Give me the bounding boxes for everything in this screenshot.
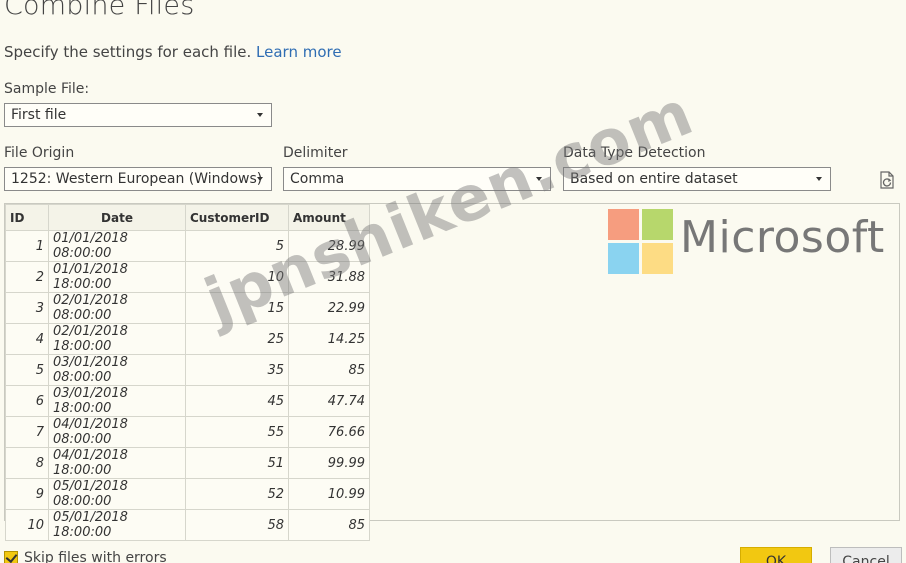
chevron-down-icon — [257, 113, 263, 117]
cell-date: 02/01/2018 18:00:00 — [48, 323, 186, 355]
cell-customerid: 51 — [185, 447, 289, 479]
preview-table: ID Date CustomerID Amount 1 01/01/2018 08… — [5, 204, 370, 541]
cell-customerid: 5 — [185, 230, 289, 262]
cell-id: 1 — [5, 230, 49, 262]
column-header-amount: Amount — [288, 204, 370, 231]
file-origin-dropdown[interactable]: 1252: Western European (Windows) — [4, 167, 272, 191]
cell-date: 05/01/2018 18:00:00 — [48, 509, 186, 541]
cell-customerid: 55 — [185, 416, 289, 448]
delimiter-dropdown[interactable]: Comma — [283, 167, 551, 191]
cell-amount: 22.99 — [288, 292, 370, 324]
cell-id: 2 — [5, 261, 49, 293]
cell-id: 9 — [5, 478, 49, 510]
data-type-detection-value: Based on entire dataset — [570, 171, 738, 187]
logo-square-green — [642, 209, 673, 240]
sample-file-value: First file — [11, 107, 67, 123]
cell-date: 05/01/2018 08:00:00 — [48, 478, 186, 510]
learn-more-link[interactable]: Learn more — [256, 43, 342, 61]
cell-amount: 14.25 — [288, 323, 370, 355]
cell-date: 03/01/2018 18:00:00 — [48, 385, 186, 417]
cell-amount: 76.66 — [288, 416, 370, 448]
subtitle-text: Specify the settings for each file. — [4, 43, 252, 61]
cell-id: 6 — [5, 385, 49, 417]
cell-id: 4 — [5, 323, 49, 355]
logo-square-yellow — [642, 243, 673, 274]
column-header-customerid: CustomerID — [185, 204, 289, 231]
chevron-down-icon — [257, 177, 263, 181]
cancel-button[interactable]: Cancel — [830, 547, 902, 563]
logo-square-blue — [608, 243, 639, 274]
cell-id: 5 — [5, 354, 49, 386]
cell-date: 01/01/2018 08:00:00 — [48, 230, 186, 262]
table-row: 5 03/01/2018 08:00:00 35 85 — [5, 354, 370, 386]
sample-file-dropdown[interactable]: First file — [4, 103, 272, 127]
cell-date: 04/01/2018 18:00:00 — [48, 447, 186, 479]
cell-customerid: 25 — [185, 323, 289, 355]
cell-id: 3 — [5, 292, 49, 324]
ok-button[interactable]: OK — [740, 547, 812, 563]
cell-customerid: 15 — [185, 292, 289, 324]
cell-amount: 99.99 — [288, 447, 370, 479]
table-row: 2 01/01/2018 18:00:00 10 31.88 — [5, 261, 370, 293]
table-row: 6 03/01/2018 18:00:00 45 47.74 — [5, 385, 370, 417]
cell-id: 10 — [5, 509, 49, 541]
cell-amount: 10.99 — [288, 478, 370, 510]
cell-customerid: 52 — [185, 478, 289, 510]
cell-customerid: 58 — [185, 509, 289, 541]
table-body: 1 01/01/2018 08:00:00 5 28.99 2 01/01/2018 18… — [5, 230, 370, 541]
microsoft-logo-icon — [608, 209, 674, 275]
cell-amount: 47.74 — [288, 385, 370, 417]
cell-date: 02/01/2018 08:00:00 — [48, 292, 186, 324]
refresh-icon[interactable] — [877, 170, 897, 190]
table-row: 8 04/01/2018 18:00:00 51 99.99 — [5, 447, 370, 479]
cell-amount: 85 — [288, 509, 370, 541]
cell-amount: 28.99 — [288, 230, 370, 262]
cell-date: 01/01/2018 18:00:00 — [48, 261, 186, 293]
dialog-title: Combine Files — [4, 0, 195, 21]
skip-files-option[interactable]: Skip files with errors — [4, 550, 167, 563]
cell-customerid: 45 — [185, 385, 289, 417]
cell-id: 8 — [5, 447, 49, 479]
dialog-subtitle: Specify the settings for each file. Lear… — [4, 43, 342, 61]
table-header-row: ID Date CustomerID Amount — [5, 204, 370, 231]
chevron-down-icon — [816, 177, 822, 181]
table-row: 9 05/01/2018 08:00:00 52 10.99 — [5, 478, 370, 510]
file-origin-value: 1252: Western European (Windows) — [11, 171, 263, 187]
cell-amount: 85 — [288, 354, 370, 386]
combine-files-dialog: Combine Files Specify the settings for e… — [0, 0, 906, 563]
table-row: 4 02/01/2018 18:00:00 25 14.25 — [5, 323, 370, 355]
table-row: 1 01/01/2018 08:00:00 5 28.99 — [5, 230, 370, 262]
delimiter-value: Comma — [290, 171, 345, 187]
cell-date: 03/01/2018 08:00:00 — [48, 354, 186, 386]
cell-date: 04/01/2018 08:00:00 — [48, 416, 186, 448]
file-origin-label: File Origin — [4, 145, 75, 161]
cell-id: 7 — [5, 416, 49, 448]
table-row: 10 05/01/2018 18:00:00 58 85 — [5, 509, 370, 541]
cell-amount: 31.88 — [288, 261, 370, 293]
skip-files-checkbox[interactable] — [4, 551, 18, 563]
microsoft-brand-text: Microsoft — [680, 212, 885, 263]
data-type-detection-dropdown[interactable]: Based on entire dataset — [563, 167, 831, 191]
logo-square-red — [608, 209, 639, 240]
sample-file-label: Sample File: — [4, 81, 90, 97]
delimiter-label: Delimiter — [283, 145, 348, 161]
cell-customerid: 10 — [185, 261, 289, 293]
cell-customerid: 35 — [185, 354, 289, 386]
table-row: 3 02/01/2018 08:00:00 15 22.99 — [5, 292, 370, 324]
chevron-down-icon — [536, 177, 542, 181]
data-type-detection-label: Data Type Detection — [563, 145, 706, 161]
table-row: 7 04/01/2018 08:00:00 55 76.66 — [5, 416, 370, 448]
column-header-id: ID — [5, 204, 49, 231]
skip-files-label: Skip files with errors — [24, 550, 167, 563]
column-header-date: Date — [48, 204, 186, 231]
